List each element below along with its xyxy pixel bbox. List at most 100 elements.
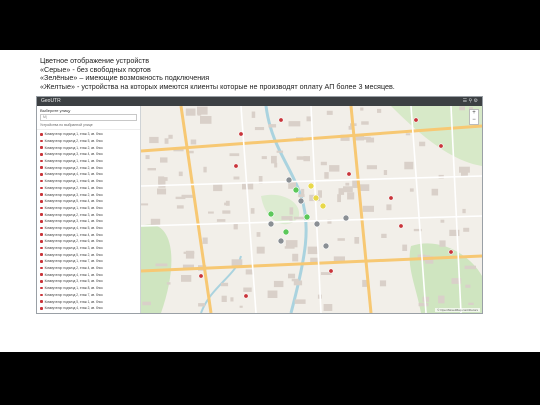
building-block — [464, 265, 476, 270]
status-dot-icon — [40, 300, 43, 303]
device-marker-yellow[interactable] — [319, 202, 327, 210]
device-marker-red[interactable] — [388, 195, 394, 201]
device-marker-gray[interactable] — [297, 197, 305, 205]
device-list-item[interactable]: Коммутатор подъезд 5, этаж 4, кв. блок — [40, 198, 137, 205]
device-marker-red[interactable] — [346, 171, 352, 177]
device-marker-red[interactable] — [243, 293, 249, 299]
device-label: Коммутатор подъезд 3, этаж 4, кв. блок — [44, 152, 103, 157]
device-list-item[interactable]: Коммутатор подъезд 5, этаж 1, кв. блок — [40, 298, 137, 305]
device-marker-gray[interactable] — [313, 220, 321, 228]
building-block — [402, 244, 408, 251]
device-label: Коммутатор подъезд 1, этаж 6, кв. блок — [44, 179, 103, 184]
status-dot-icon — [40, 186, 43, 190]
device-list-item[interactable]: Коммутатор подъезд 1, этаж 7, кв. блок — [40, 258, 137, 265]
building-block — [296, 156, 307, 160]
device-list-item[interactable]: Коммутатор подъезд 4, этаж 1, кв. блок — [40, 271, 137, 278]
building-block — [360, 107, 364, 111]
device-marker-gray[interactable] — [342, 214, 350, 222]
device-list-item[interactable]: Коммутатор подъезд 3, этаж 2, кв. блок — [40, 191, 137, 198]
device-label: Коммутатор подъезд 4, этаж 5, кв. блок — [44, 225, 103, 230]
building-block — [202, 237, 208, 244]
device-marker-yellow[interactable] — [312, 194, 320, 202]
building-block — [324, 172, 329, 179]
building-block — [320, 161, 327, 166]
device-list-item[interactable]: Коммутатор подъезд 5, этаж 2, кв. блок — [40, 251, 137, 258]
building-block — [271, 155, 277, 164]
building-block — [291, 278, 299, 282]
building-block — [323, 304, 333, 311]
app-topbar: GeoUTR ☰ ⚲ ⚙ — [37, 97, 482, 106]
device-marker-gray[interactable] — [267, 220, 275, 228]
device-marker-red[interactable] — [413, 117, 419, 123]
street-search-input[interactable]: M| — [40, 114, 137, 121]
device-marker-gray[interactable] — [285, 176, 293, 184]
building-block — [251, 111, 256, 118]
device-list-item[interactable]: Коммутатор подъезд 4, этаж 3, кв. блок — [40, 171, 137, 178]
building-block — [158, 176, 165, 185]
device-list-item[interactable]: Коммутатор подъезд 1, этаж 1, кв. блок — [40, 158, 137, 165]
device-marker-red[interactable] — [438, 143, 444, 149]
device-list-item[interactable]: Коммутатор подъезд 2, этаж 1, кв. блок — [40, 185, 137, 192]
status-dot-icon — [40, 266, 43, 270]
device-list-item[interactable]: Коммутатор подъезд 1, этаж 5, кв. блок — [40, 205, 137, 212]
map-attribution: © OpenStreetMap contributors — [435, 308, 480, 312]
device-label: Коммутатор подъезд 3, этаж 1, кв. блок — [44, 219, 103, 224]
device-marker-red[interactable] — [448, 249, 454, 255]
building-block — [366, 165, 377, 170]
device-list-item[interactable]: Коммутатор подъезд 3, этаж 3, кв. блок — [40, 245, 137, 252]
device-marker-green[interactable] — [282, 228, 290, 236]
device-list-item[interactable]: Коммутатор подъезд 4, этаж 5, кв. блок — [40, 225, 137, 232]
toolbar-icons[interactable]: ☰ ⚲ ⚙ — [463, 97, 478, 106]
device-marker-red[interactable] — [198, 273, 204, 279]
device-list-item[interactable]: Коммутатор подъезд 3, этаж 4, кв. блок — [40, 151, 137, 158]
building-block — [276, 150, 284, 153]
building-block — [200, 116, 212, 124]
building-block — [409, 188, 414, 192]
device-marker-red[interactable] — [238, 131, 244, 137]
device-marker-green[interactable] — [267, 210, 275, 218]
zoom-in-button[interactable]: + — [470, 110, 478, 117]
building-block — [268, 124, 277, 128]
map-view[interactable]: + − © OpenStreetMap contributors — [141, 106, 482, 313]
building-block — [438, 295, 445, 304]
device-list-item[interactable]: Коммутатор подъезд 1, этаж 8, кв. блок — [40, 285, 137, 292]
building-block — [294, 299, 306, 304]
device-list-item[interactable]: Коммутатор подъезд 2, этаж 5, кв. блок — [40, 138, 137, 145]
device-marker-red[interactable] — [328, 268, 334, 274]
device-marker-red[interactable] — [398, 223, 404, 229]
building-block — [361, 121, 369, 125]
device-list-item[interactable]: Коммутатор подъезд 1, этаж 2, кв. блок — [40, 144, 137, 151]
device-list-item[interactable]: Коммутатор подъезд 2, этаж 2, кв. блок — [40, 164, 137, 171]
building-block — [404, 161, 414, 170]
device-list-item[interactable]: Коммутатор подъезд 1, этаж 3, кв. блок — [40, 131, 137, 138]
map-canvas[interactable] — [141, 106, 482, 313]
device-marker-gray[interactable] — [322, 242, 330, 250]
zoom-out-button[interactable]: − — [470, 117, 478, 124]
device-list-item[interactable]: Коммутатор подъезд 3, этаж 6, кв. блок — [40, 312, 137, 314]
building-block — [197, 106, 208, 115]
building-block — [362, 205, 374, 212]
building-block — [220, 282, 229, 287]
device-label: Коммутатор подъезд 3, этаж 5, кв. блок — [44, 279, 103, 284]
device-list-item[interactable]: Коммутатор подъезд 2, этаж 4, кв. блок — [40, 265, 137, 272]
device-list-item[interactable]: Коммутатор подъезд 2, этаж 3, кв. блок — [40, 211, 137, 218]
device-label: Коммутатор подъезд 2, этаж 3, кв. блок — [44, 212, 103, 217]
device-marker-yellow[interactable] — [307, 182, 315, 190]
device-list-item[interactable]: Коммутатор подъезд 1, этаж 6, кв. блок — [40, 178, 137, 185]
building-block — [418, 302, 429, 307]
device-marker-gray[interactable] — [277, 237, 285, 245]
device-list-item[interactable]: Коммутатор подъезд 4, этаж 2, кв. блок — [40, 305, 137, 312]
device-marker-green[interactable] — [303, 213, 311, 221]
app-window: GeoUTR ☰ ⚲ ⚙ Выберите улицу M| Устройств… — [36, 96, 483, 314]
device-list-item[interactable]: Коммутатор подъезд 2, этаж 6, кв. блок — [40, 238, 137, 245]
status-dot-icon — [40, 206, 43, 210]
device-list-item[interactable]: Коммутатор подъезд 1, этаж 4, кв. блок — [40, 231, 137, 238]
device-list-item[interactable]: Коммутатор подъезд 3, этаж 1, кв. блок — [40, 218, 137, 225]
device-list-item[interactable]: Коммутатор подъезд 3, этаж 5, кв. блок — [40, 278, 137, 285]
device-list-item[interactable]: Коммутатор подъезд 2, этаж 7, кв. блок — [40, 292, 137, 299]
device-marker-green[interactable] — [292, 186, 300, 194]
building-block — [250, 208, 255, 214]
building-block — [185, 250, 195, 259]
device-marker-red[interactable] — [278, 117, 284, 123]
device-marker-red[interactable] — [233, 163, 239, 169]
